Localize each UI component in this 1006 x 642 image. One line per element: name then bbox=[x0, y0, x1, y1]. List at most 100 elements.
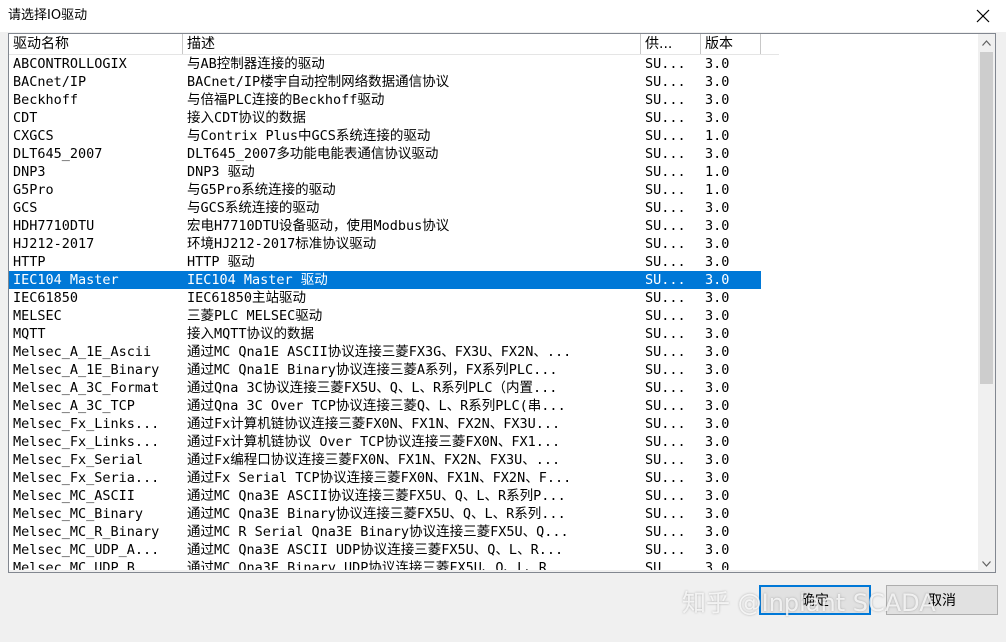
table-row[interactable]: Melsec_Fx_Serial 通过Fx编程口协议连接三菱FX0N、FX1N、F… bbox=[9, 451, 761, 469]
scroll-thumb[interactable] bbox=[980, 52, 993, 384]
table-row[interactable]: HTTP HTTP 驱动 SU... 3.0 bbox=[9, 253, 761, 271]
cell-name: DLT645_2007 bbox=[13, 146, 103, 162]
table-row[interactable]: Melsec_Fx_Links... 通过Fx计算机链协议连接三菱FX0N、FX1… bbox=[9, 415, 761, 433]
table-row[interactable]: MELSEC 三菱PLC MELSEC驱动 SU... 3.0 bbox=[9, 307, 761, 325]
table-row[interactable]: BACnet/IP BACnet/IP楼宇自动控制网络数据通信协议 SU... 3.0 bbox=[9, 73, 761, 91]
close-button[interactable] bbox=[960, 0, 1006, 32]
cell-name: G5Pro bbox=[13, 182, 54, 198]
cell-vendor: SU... bbox=[645, 128, 686, 144]
cell-vendor: SU... bbox=[645, 488, 686, 504]
scroll-down-button[interactable] bbox=[978, 555, 995, 572]
cell-description: 三菱PLC MELSEC驱动 bbox=[187, 308, 323, 324]
cell-vendor: SU... bbox=[645, 416, 686, 432]
scroll-up-button[interactable] bbox=[978, 34, 995, 51]
table-row[interactable]: IEC61850 IEC61850主站驱动 SU... 3.0 bbox=[9, 289, 761, 307]
cell-description: 与倍福PLC连接的Beckhoff驱动 bbox=[187, 92, 385, 108]
table-row[interactable]: CDT 接入CDT协议的数据 SU... 3.0 bbox=[9, 109, 761, 127]
cell-vendor: SU... bbox=[645, 164, 686, 180]
table-row[interactable]: Melsec_MC_UDP_A... 通过MC Qna3E ASCII UDP协议… bbox=[9, 541, 761, 559]
cell-description: 通过MC Qna3E ASCII UDP协议连接三菱FX5U、Q、L、R... bbox=[187, 542, 564, 558]
table-row[interactable]: Melsec_A_1E_Ascii 通过MC Qna1E ASCII协议连接三菱F… bbox=[9, 343, 761, 361]
table-row[interactable]: G5Pro 与G5Pro系统连接的驱动 SU... 1.0 bbox=[9, 181, 761, 199]
cell-name: Melsec_MC_ASCII bbox=[13, 488, 135, 504]
table-row[interactable]: GCS 与GCS系统连接的驱动 SU... 3.0 bbox=[9, 199, 761, 217]
cell-version: 3.0 bbox=[705, 218, 730, 234]
cell-description: 宏电H7710DTU设备驱动，使用Modbus协议 bbox=[187, 218, 450, 234]
cell-vendor: SU... bbox=[645, 308, 686, 324]
table-row[interactable]: IEC104 Master IEC104 Master 驱动 SU... 3.0 bbox=[9, 271, 761, 289]
table-row[interactable]: MQTT 接入MQTT协议的数据 SU... 3.0 bbox=[9, 325, 761, 343]
horizontal-scrollbar-edge bbox=[9, 570, 979, 572]
table-row[interactable]: Melsec_MC_Binary 通过MC Qna3E Binary协议连接三菱F… bbox=[9, 505, 761, 523]
cell-description: 通过Fx编程口协议连接三菱FX0N、FX1N、FX2N、FX3U、... bbox=[187, 452, 561, 468]
table-row[interactable]: Melsec_A_3C_Format 通过Qna 3C协议连接三菱FX5U、Q、L… bbox=[9, 379, 761, 397]
cell-name: Melsec_Fx_Seria... bbox=[13, 470, 160, 486]
cell-version: 3.0 bbox=[705, 146, 730, 162]
cell-version: 3.0 bbox=[705, 452, 730, 468]
cell-version: 3.0 bbox=[705, 56, 730, 72]
table-row[interactable]: ABCONTROLLOGIX 与AB控制器连接的驱动 SU... 3.0 bbox=[9, 55, 761, 73]
cell-name: Melsec_A_3C_TCP bbox=[13, 398, 135, 414]
chevron-down-icon bbox=[982, 560, 991, 567]
cell-vendor: SU... bbox=[645, 218, 686, 234]
column-header-name[interactable]: 驱动名称 bbox=[9, 34, 183, 54]
cell-version: 3.0 bbox=[705, 470, 730, 486]
cell-vendor: SU... bbox=[645, 362, 686, 378]
cell-name: HJ212-2017 bbox=[13, 236, 95, 252]
table-row[interactable]: Melsec_A_1E_Binary 通过MC Qna1E Binary协议连接三… bbox=[9, 361, 761, 379]
cell-version: 3.0 bbox=[705, 254, 730, 270]
table-row[interactable]: DLT645_2007 DLT645_2007多功能电能表通信协议驱动 SU... 3… bbox=[9, 145, 761, 163]
cell-name: Melsec_A_3C_Format bbox=[13, 380, 160, 396]
cell-name: GCS bbox=[13, 200, 38, 216]
cell-vendor: SU... bbox=[645, 110, 686, 126]
table-row[interactable]: CXGCS 与Contrix Plus中GCS系统连接的驱动 SU... 1.0 bbox=[9, 127, 761, 145]
cell-description: 通过MC Qna1E ASCII协议连接三菱FX3G、FX3U、FX2N、... bbox=[187, 344, 572, 360]
cell-description: 接入MQTT协议的数据 bbox=[187, 326, 315, 342]
cell-version: 3.0 bbox=[705, 434, 730, 450]
table-row[interactable]: DNP3 DNP3 驱动 SU... 1.0 bbox=[9, 163, 761, 181]
cell-version: 3.0 bbox=[705, 506, 730, 522]
cell-name: IEC104 Master bbox=[13, 272, 119, 288]
cell-version: 3.0 bbox=[705, 290, 730, 306]
cell-vendor: SU... bbox=[645, 542, 686, 558]
cell-description: DNP3 驱动 bbox=[187, 164, 255, 180]
ok-button[interactable]: 确定 bbox=[759, 585, 871, 615]
driver-list[interactable]: 驱动名称 描述 供... 版本 ABCONTROLLOGIX 与AB控制器连接的驱… bbox=[8, 33, 996, 573]
cell-description: IEC61850主站驱动 bbox=[187, 290, 307, 306]
cell-version: 3.0 bbox=[705, 200, 730, 216]
cell-description: 通过MC Qna3E ASCII协议连接三菱FX5U、Q、L、R系列P... bbox=[187, 488, 566, 504]
cancel-button[interactable]: 取消 bbox=[886, 585, 998, 615]
cell-name: Melsec_Fx_Serial bbox=[13, 452, 144, 468]
column-header-description[interactable]: 描述 bbox=[183, 34, 641, 54]
cell-vendor: SU... bbox=[645, 236, 686, 252]
cell-description: DLT645_2007多功能电能表通信协议驱动 bbox=[187, 146, 439, 162]
cell-name: Melsec_MC_R_Binary bbox=[13, 524, 160, 540]
cell-version: 3.0 bbox=[705, 488, 730, 504]
table-row[interactable]: Melsec_MC_ASCII 通过MC Qna3E ASCII协议连接三菱FX5… bbox=[9, 487, 761, 505]
table-row[interactable]: Melsec_A_3C_TCP 通过Qna 3C Over TCP协议连接三菱Q、… bbox=[9, 397, 761, 415]
cell-description: 通过Qna 3C Over TCP协议连接三菱Q、L、R系列PLC(串... bbox=[187, 398, 566, 414]
cell-name: CXGCS bbox=[13, 128, 54, 144]
table-row[interactable]: Melsec_MC_R_Binary 通过MC R Serial Qna3E Bi… bbox=[9, 523, 761, 541]
cell-description: HTTP 驱动 bbox=[187, 254, 255, 270]
cell-description: 通过MC Qna3E Binary协议连接三菱FX5U、Q、L、R系列... bbox=[187, 506, 566, 522]
column-header-version[interactable]: 版本 bbox=[701, 34, 761, 54]
table-row[interactable]: Beckhoff 与倍福PLC连接的Beckhoff驱动 SU... 3.0 bbox=[9, 91, 761, 109]
cell-version: 3.0 bbox=[705, 308, 730, 324]
cell-description: 通过MC R Serial Qna3E Binary协议连接三菱FX5U、Q..… bbox=[187, 524, 569, 540]
table-row[interactable]: HJ212-2017 环境HJ212-2017标准协议驱动 SU... 3.0 bbox=[9, 235, 761, 253]
table-row[interactable]: Melsec_Fx_Seria... 通过Fx Serial TCP协议连接三菱F… bbox=[9, 469, 761, 487]
window-title: 请选择IO驱动 bbox=[8, 8, 88, 23]
cell-version: 3.0 bbox=[705, 380, 730, 396]
cell-name: CDT bbox=[13, 110, 38, 126]
table-row[interactable]: Melsec_Fx_Links... 通过Fx计算机链协议 Over TCP协议连… bbox=[9, 433, 761, 451]
cell-vendor: SU... bbox=[645, 56, 686, 72]
column-header-vendor[interactable]: 供... bbox=[641, 34, 701, 54]
table-row[interactable]: HDH7710DTU 宏电H7710DTU设备驱动，使用Modbus协议 SU...… bbox=[9, 217, 761, 235]
cell-description: 通过Qna 3C协议连接三菱FX5U、Q、L、R系列PLC（内置... bbox=[187, 380, 558, 396]
cell-version: 3.0 bbox=[705, 236, 730, 252]
cell-description: 通过MC Qna1E Binary协议连接三菱A系列，FX系列PLC... bbox=[187, 362, 558, 378]
cell-version: 3.0 bbox=[705, 524, 730, 540]
cell-description: 通过Fx计算机链协议 Over TCP协议连接三菱FX0N、FX1... bbox=[187, 434, 561, 450]
vertical-scrollbar[interactable] bbox=[978, 34, 995, 572]
